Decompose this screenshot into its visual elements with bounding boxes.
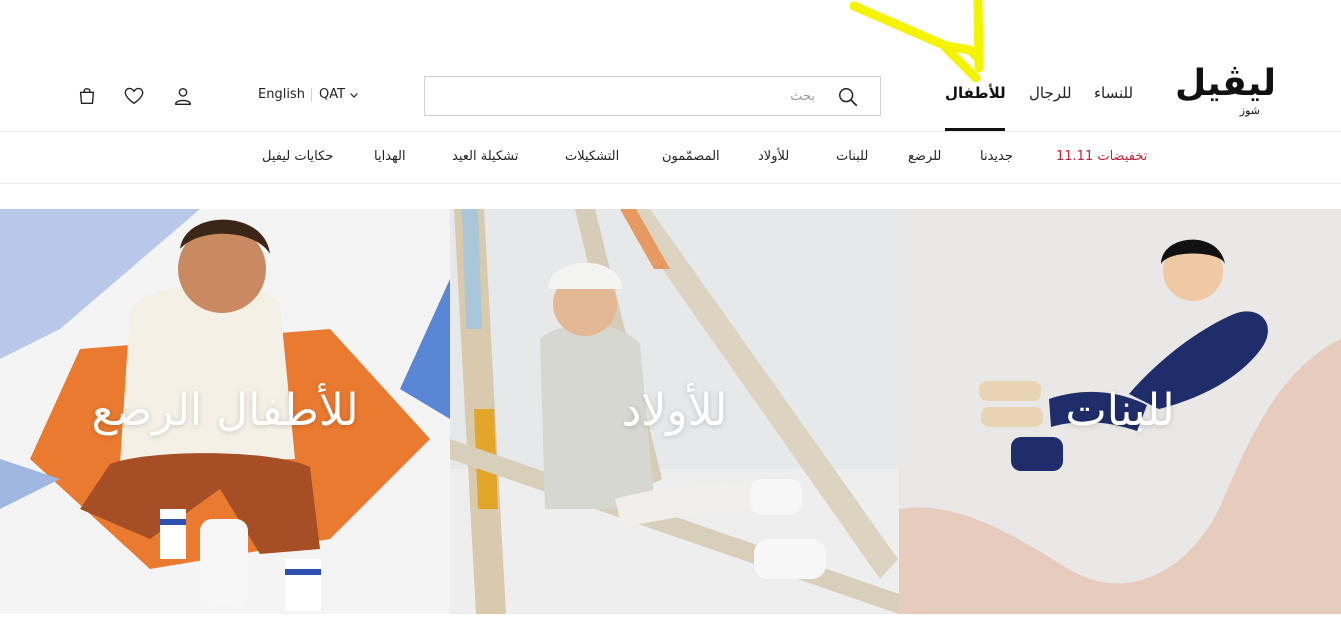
cat-collections[interactable]: التشكيلات <box>565 149 619 164</box>
bag-icon[interactable] <box>76 85 98 107</box>
hero-tile-girls[interactable]: للبنات <box>899 209 1341 614</box>
country-code: QAT <box>319 87 346 102</box>
nav-women[interactable]: للنساء <box>1094 84 1133 102</box>
hero-tile-boys[interactable]: للأولاد <box>450 209 899 614</box>
site-header: ليڤيل شوز للنساء للرجال للأطفال QAT Engl… <box>0 40 1341 132</box>
category-nav: تخفيضات 11.11 جديدنا للرضع للبنات للأولا… <box>0 132 1341 184</box>
cat-level-stories[interactable]: حكايات ليفيل <box>262 149 333 164</box>
active-nav-underline <box>945 128 1005 131</box>
cat-designers[interactable]: المصمّمون <box>662 149 720 164</box>
hero-tile-babies[interactable]: للأطفال الرضع <box>0 209 450 614</box>
nav-men[interactable]: للرجال <box>1029 84 1072 102</box>
cat-sale[interactable]: تخفيضات 11.11 <box>1056 149 1147 164</box>
hero-label-boys: للأولاد <box>621 385 728 436</box>
hero-label-girls: للبنات <box>1065 385 1175 436</box>
hero-label-babies: للأطفال الرضع <box>91 385 359 436</box>
cat-gifts[interactable]: الهدايا <box>374 149 406 164</box>
cat-babies[interactable]: للرضع <box>908 149 941 164</box>
cat-eid-collection[interactable]: تشكيلة العيد <box>452 149 518 164</box>
cat-girls[interactable]: للبنات <box>836 149 868 164</box>
logo-subtext: شوز <box>1239 104 1260 117</box>
header-divider <box>311 88 312 102</box>
search-box <box>424 76 881 116</box>
heart-icon[interactable] <box>123 85 145 107</box>
country-selector[interactable]: QAT <box>319 87 359 102</box>
user-icon[interactable] <box>172 85 194 107</box>
language-switch[interactable]: English <box>258 87 305 102</box>
cat-boys[interactable]: للأولاد <box>758 149 789 164</box>
nav-kids[interactable]: للأطفال <box>945 84 1006 102</box>
search-icon[interactable] <box>837 86 859 108</box>
search-input[interactable] <box>435 85 815 107</box>
chevron-down-icon <box>350 92 358 98</box>
logo-text: ليڤيل <box>1175 63 1276 104</box>
brand-logo[interactable]: ليڤيل شوز <box>1175 62 1280 126</box>
cat-new[interactable]: جديدنا <box>980 149 1013 164</box>
